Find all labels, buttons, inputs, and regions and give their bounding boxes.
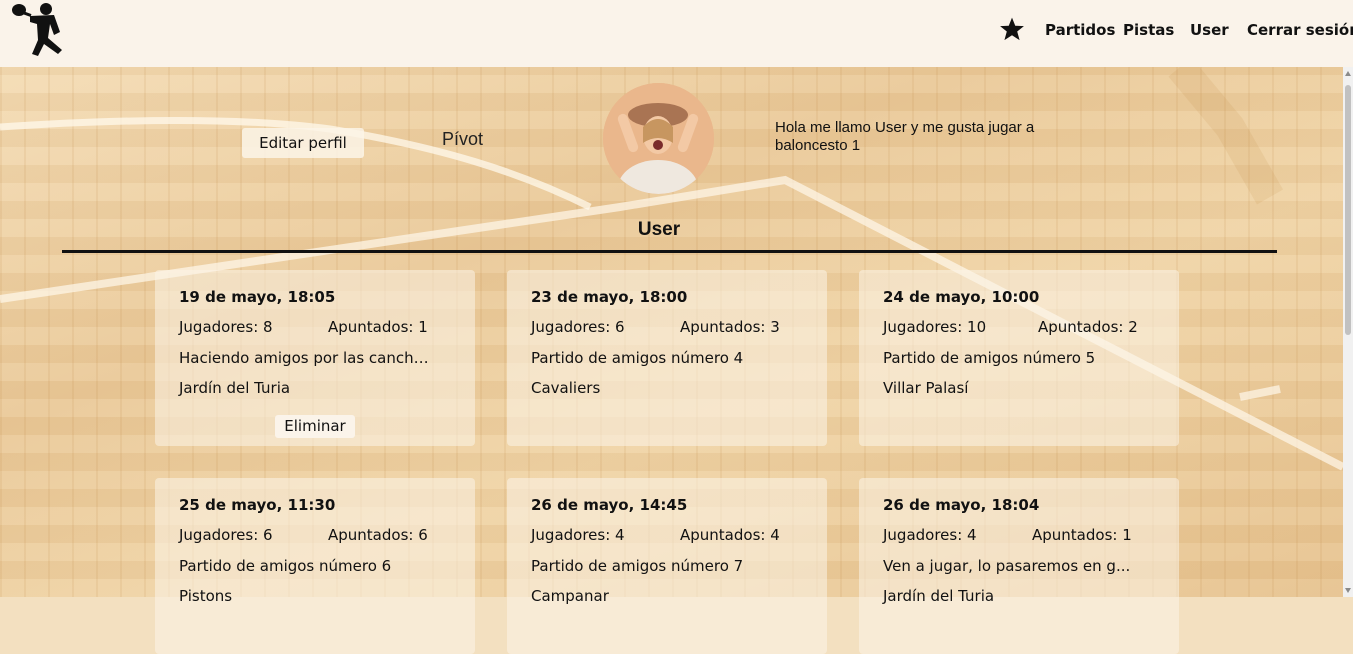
profile-username: User	[637, 219, 681, 240]
match-description: Partido de amigos número 6	[179, 557, 392, 575]
match-location: Villar Palasí	[883, 379, 969, 397]
match-description: Partido de amigos número 5	[883, 349, 1096, 367]
match-players: Jugadores: 6	[531, 318, 625, 336]
delete-match-button[interactable]: Eliminar	[275, 415, 355, 438]
nav-link-pistas[interactable]: Pistas	[1123, 21, 1174, 39]
match-players: Jugadores: 8	[179, 318, 273, 336]
padel-player-silhouette-icon[interactable]	[10, 2, 68, 58]
match-date: 23 de mayo, 18:00	[531, 288, 688, 306]
match-card[interactable]: 26 de mayo, 14:45 Jugadores: 4 Apuntados…	[507, 478, 827, 654]
section-divider	[62, 250, 1277, 253]
scrollbar[interactable]	[1343, 67, 1353, 597]
nav-link-user[interactable]: User	[1190, 21, 1229, 39]
match-signed-up: Apuntados: 2	[1038, 318, 1138, 336]
match-date: 19 de mayo, 18:05	[179, 288, 336, 306]
match-players: Jugadores: 10	[883, 318, 987, 336]
match-players: Jugadores: 6	[179, 526, 273, 544]
match-date: 24 de mayo, 10:00	[883, 288, 1040, 306]
match-date: 26 de mayo, 18:04	[883, 496, 1040, 514]
match-signed-up: Apuntados: 1	[328, 318, 428, 336]
scroll-up-arrow-icon[interactable]	[1345, 71, 1351, 76]
nav-link-logout[interactable]: Cerrar sesión	[1247, 21, 1353, 39]
match-players: Jugadores: 4	[883, 526, 977, 544]
match-signed-up: Apuntados: 3	[680, 318, 780, 336]
match-signed-up: Apuntados: 4	[680, 526, 780, 544]
match-location: Pistons	[179, 587, 233, 605]
match-location: Campanar	[531, 587, 609, 605]
match-card[interactable]: 26 de mayo, 18:04 Jugadores: 4 Apuntados…	[859, 478, 1179, 654]
match-location: Jardín del Turia	[179, 379, 291, 397]
match-signed-up: Apuntados: 6	[328, 526, 428, 544]
match-description: Haciendo amigos por las cancha...	[179, 349, 429, 367]
edit-profile-button[interactable]: Editar perfil	[242, 128, 364, 158]
match-location: Cavaliers	[531, 379, 601, 397]
match-location: Jardín del Turia	[883, 587, 995, 605]
scroll-down-arrow-icon[interactable]	[1345, 588, 1351, 593]
star-icon[interactable]	[999, 16, 1025, 42]
scroll-thumb[interactable]	[1345, 85, 1351, 335]
match-description: Partido de amigos número 7	[531, 557, 744, 575]
match-card[interactable]: 25 de mayo, 11:30 Jugadores: 6 Apuntados…	[155, 478, 475, 654]
user-avatar-photo	[603, 83, 714, 194]
match-card[interactable]: 23 de mayo, 18:00 Jugadores: 6 Apuntados…	[507, 270, 827, 446]
user-bio: Hola me llamo User y me gusta jugar a ba…	[775, 119, 1035, 154]
navbar: Partidos Pistas User Cerrar sesión	[0, 0, 1353, 67]
player-position: Pívot	[442, 129, 484, 149]
match-card[interactable]: 24 de mayo, 10:00 Jugadores: 10 Apuntado…	[859, 270, 1179, 446]
match-date: 25 de mayo, 11:30	[179, 496, 336, 514]
match-signed-up: Apuntados: 1	[1032, 526, 1132, 544]
match-date: 26 de mayo, 14:45	[531, 496, 688, 514]
match-card[interactable]: 19 de mayo, 18:05 Jugadores: 8 Apuntados…	[155, 270, 475, 446]
match-description: Ven a jugar, lo pasaremos en g...	[883, 557, 1131, 575]
nav-link-partidos[interactable]: Partidos	[1045, 21, 1115, 39]
match-description: Partido de amigos número 4	[531, 349, 744, 367]
match-players: Jugadores: 4	[531, 526, 625, 544]
